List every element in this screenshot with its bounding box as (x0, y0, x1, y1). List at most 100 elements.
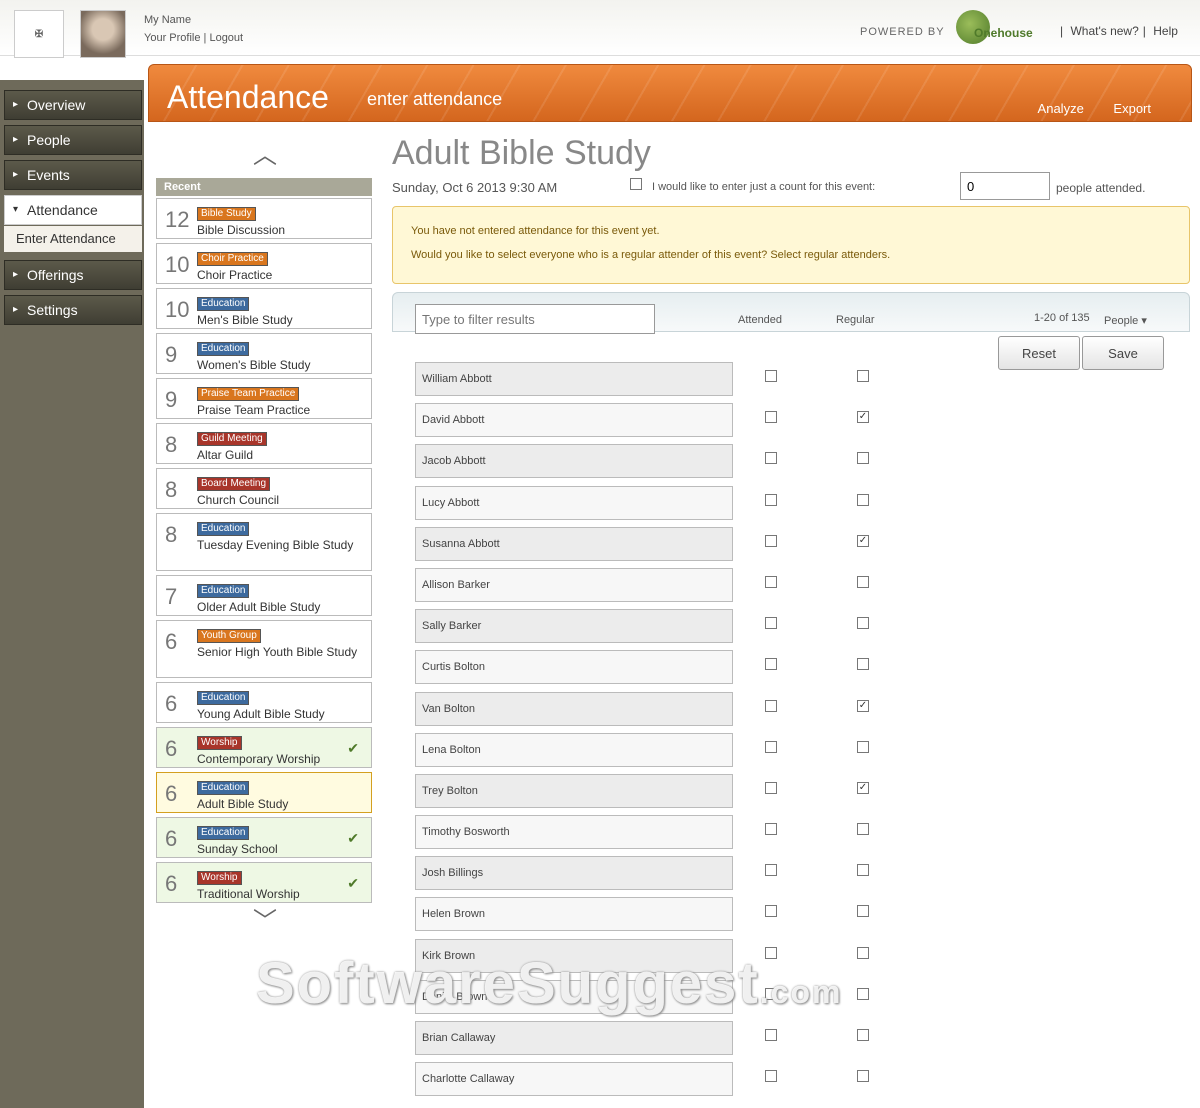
regular-checkbox[interactable] (857, 864, 869, 877)
person-row: Trey Bolton ✓ (415, 773, 895, 815)
attended-checkbox[interactable] (765, 534, 777, 547)
attended-checkbox[interactable] (765, 575, 777, 588)
event-item[interactable]: 12 Bible Study Bible Discussion (156, 198, 372, 239)
person-row: Allison Barker (415, 567, 895, 609)
regular-checkbox[interactable] (857, 370, 869, 382)
event-day: 9 (165, 342, 178, 367)
nav-attendance[interactable]: ▾ Attendance (4, 195, 142, 225)
people-dropdown[interactable]: People ▾ (1104, 314, 1147, 327)
regular-checkbox[interactable]: ✓ (857, 781, 869, 794)
regular-checkbox[interactable] (857, 946, 869, 959)
person-row: Josh Billings (415, 856, 895, 897)
attended-checkbox[interactable] (765, 1070, 777, 1083)
event-item[interactable]: 10 Choir Practice Choir Practice (156, 243, 372, 284)
regular-checkbox[interactable] (857, 823, 869, 836)
event-item[interactable]: 8 Education Tuesday Evening Bible Study (156, 513, 372, 571)
regular-checkbox[interactable] (857, 575, 869, 588)
regular-checkbox[interactable]: ✓ (857, 534, 869, 547)
event-item[interactable]: 8 Guild Meeting Altar Guild (156, 423, 372, 464)
regular-checkbox[interactable] (857, 905, 869, 918)
regular-checkbox[interactable]: ✓ (857, 411, 869, 424)
attended-checkbox[interactable] (765, 370, 777, 382)
person-row: David Abbott ✓ (415, 403, 895, 444)
scroll-up-icon[interactable]: ︿ (250, 144, 280, 168)
attended-checkbox[interactable] (765, 864, 777, 877)
regular-checkbox[interactable]: ✓ (857, 699, 869, 712)
person-row: Susanna Abbott ✓ (415, 526, 895, 568)
event-item[interactable]: 9 Praise Team Practice Praise Team Practic… (156, 378, 372, 419)
attended-checkbox[interactable] (765, 905, 777, 918)
event-item[interactable]: 6 Worship Contemporary Worship ✔ (156, 727, 372, 768)
export-link[interactable]: Export (1113, 101, 1151, 116)
event-item[interactable]: 9 Education Women's Bible Study (156, 333, 372, 374)
head-count-input[interactable] (960, 172, 1050, 200)
analyze-link[interactable]: Analyze (1038, 101, 1084, 116)
profile-link[interactable]: Your Profile (144, 32, 200, 44)
filter-input[interactable] (415, 304, 655, 334)
attended-checkbox[interactable] (765, 411, 777, 424)
scroll-down-icon[interactable]: ﹀ (250, 910, 280, 934)
brand-name[interactable]: Onehouse (974, 26, 1033, 40)
attended-checkbox[interactable] (765, 617, 777, 630)
event-day: 6 (165, 629, 178, 654)
regular-checkbox[interactable] (857, 1070, 869, 1083)
checkmark-icon: ✔ (347, 875, 359, 891)
regular-checkbox[interactable] (857, 1029, 869, 1041)
event-name: Contemporary Worship (197, 752, 321, 766)
notice-regulars-link[interactable]: Would you like to select everyone who is… (411, 249, 1171, 261)
person-row: Brian Callaway (415, 1021, 895, 1062)
church-logo[interactable]: ✠ (14, 10, 64, 58)
attended-checkbox[interactable] (765, 452, 777, 465)
nav-settings[interactable]: ▸ Settings (4, 295, 142, 325)
help-link[interactable]: Help (1153, 24, 1178, 38)
event-item[interactable]: 10 Education Men's Bible Study (156, 288, 372, 329)
logout-link[interactable]: Logout (209, 32, 243, 44)
paging-info: 1-20 of 135 (1034, 312, 1090, 324)
chevron-down-icon: ▾ (13, 204, 19, 215)
regular-checkbox[interactable] (857, 452, 869, 465)
nav-people[interactable]: ▸ People (4, 125, 142, 155)
event-item[interactable]: 8 Board Meeting Church Council (156, 468, 372, 509)
count-only-checkbox[interactable] (630, 178, 642, 190)
event-item[interactable]: 7 Education Older Adult Bible Study (156, 575, 372, 616)
event-name: Men's Bible Study (197, 313, 293, 327)
checkmark-icon: ✔ (347, 830, 359, 846)
notice-box: You have not entered attendance for this… (392, 206, 1190, 284)
user-links: Your Profile | Logout (144, 32, 244, 44)
event-item[interactable]: 6 Youth Group Senior High Youth Bible Stud… (156, 620, 372, 678)
attended-checkbox[interactable] (765, 781, 777, 794)
attended-checkbox[interactable] (765, 823, 777, 836)
event-item[interactable]: 6 Education Sunday School ✔ (156, 817, 372, 858)
event-name: Senior High Youth Bible Study (197, 645, 358, 659)
attended-checkbox[interactable] (765, 699, 777, 712)
event-name: Tuesday Evening Bible Study (197, 538, 354, 552)
event-tag: Choir Practice (197, 252, 268, 266)
event-day: 6 (165, 736, 178, 761)
event-item[interactable]: 6 Education Adult Bible Study (156, 772, 372, 813)
event-item[interactable]: 6 Education Young Adult Bible Study (156, 682, 372, 723)
attended-checkbox[interactable] (765, 740, 777, 753)
nav-events[interactable]: ▸ Events (4, 160, 142, 190)
top-links: | What's new? | Help (1060, 24, 1178, 38)
nav-overview[interactable]: ▸ Overview (4, 90, 142, 120)
attended-checkbox[interactable] (765, 658, 777, 671)
reset-button[interactable]: Reset (998, 336, 1080, 370)
regular-checkbox[interactable] (857, 493, 869, 506)
regular-checkbox[interactable] (857, 617, 869, 630)
whats-new-link[interactable]: What's new? (1070, 24, 1138, 38)
regular-checkbox[interactable] (857, 740, 869, 753)
nav-enter-attendance[interactable]: Enter Attendance (4, 226, 142, 252)
person-name: Susanna Abbott (415, 526, 733, 561)
regular-checkbox[interactable] (857, 658, 869, 671)
regular-checkbox[interactable] (857, 987, 869, 1000)
event-tag: Youth Group (197, 629, 261, 643)
event-tag: Board Meeting (197, 477, 271, 491)
user-avatar[interactable] (80, 10, 126, 58)
watermark: SoftwareSuggest.com (256, 951, 843, 1016)
attended-checkbox[interactable] (765, 1029, 777, 1041)
save-button[interactable]: Save (1082, 336, 1164, 370)
event-item[interactable]: 6 Worship Traditional Worship ✔ (156, 862, 372, 903)
event-tag: Praise Team Practice (197, 387, 300, 401)
attended-checkbox[interactable] (765, 493, 777, 506)
nav-offerings[interactable]: ▸ Offerings (4, 260, 142, 290)
